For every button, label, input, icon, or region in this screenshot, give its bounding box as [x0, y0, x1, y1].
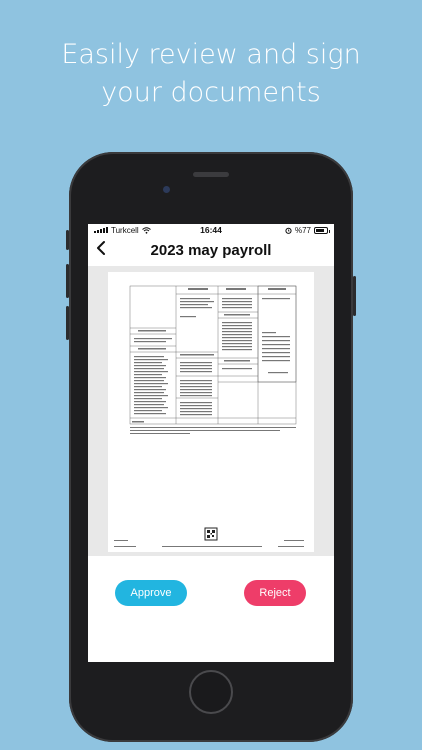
battery-icon	[314, 226, 330, 234]
chevron-left-icon[interactable]	[96, 240, 112, 258]
headline-line-1: Easily review and sign	[61, 39, 361, 70]
document-viewer[interactable]	[88, 266, 334, 556]
payroll-document-preview[interactable]	[108, 272, 314, 552]
volume-up-button	[66, 264, 69, 298]
payroll-document-page	[114, 285, 304, 547]
volume-down-button	[66, 306, 69, 340]
status-time: 16:44	[200, 225, 222, 235]
status-bar: Turkcell 16:44 %77	[88, 224, 334, 236]
page-title: 2023 may payroll	[150, 241, 272, 259]
reject-button[interactable]: Reject	[244, 580, 306, 606]
app-screen: Turkcell 16:44 %77 2023 may payroll Appr…	[88, 224, 334, 662]
home-button[interactable]	[189, 670, 233, 714]
earpiece-speaker	[193, 172, 229, 177]
headline: Easily review and sign your documents	[0, 36, 422, 112]
power-button	[353, 276, 356, 316]
action-bar: Approve Reject	[88, 562, 334, 622]
mute-switch	[66, 230, 69, 250]
front-camera	[163, 186, 170, 193]
headline-line-2: your documents	[101, 77, 321, 108]
approve-button[interactable]: Approve	[115, 580, 187, 606]
nav-bar: 2023 may payroll	[88, 236, 334, 264]
phone-frame: Turkcell 16:44 %77 2023 may payroll Appr…	[66, 152, 356, 742]
